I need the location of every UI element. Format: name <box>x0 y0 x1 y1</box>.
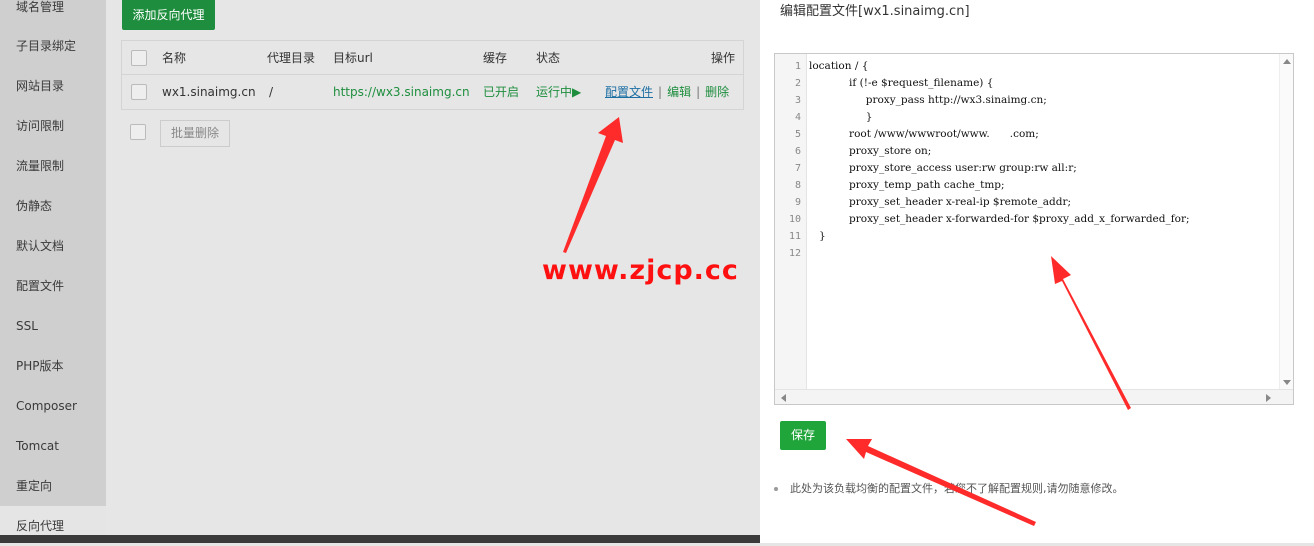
code-line: } <box>809 111 873 123</box>
sidebar-item-label: 访问限制 <box>16 119 65 133</box>
proxy-dir: / <box>269 85 274 99</box>
scroll-down-arrow-icon[interactable] <box>1283 380 1291 385</box>
col-header-name: 名称 <box>162 51 187 65</box>
sidebar-item-label: 默认文档 <box>16 239 65 253</box>
batch-delete-button[interactable]: 批量删除 <box>160 120 230 147</box>
delete-link[interactable]: 删除 <box>705 85 729 99</box>
bottom-bar <box>0 535 760 543</box>
sidebar-item-domain[interactable]: 域名管理 <box>0 0 106 26</box>
sidebar-item-site-dir[interactable]: 网站目录 <box>0 66 106 106</box>
table-row: wx1.sinaimg.cn / https://wx3.sinaimg.cn … <box>122 75 743 109</box>
row-actions: 配置文件 | 编辑 | 删除 <box>605 75 729 109</box>
line-number-gutter: 1 2 3 4 5 6 7 8 9 10 11 12 <box>775 54 807 389</box>
code-line: proxy_set_header x-real-ip $remote_addr; <box>809 196 1072 208</box>
add-reverse-proxy-button[interactable]: 添加反向代理 <box>122 0 215 30</box>
code-line: if (!-e $request_filename) { <box>809 77 994 89</box>
proxy-table: 名称 代理目录 目标url 缓存 状态 操作 wx1.sinaimg.cn / … <box>121 40 744 110</box>
code-line: proxy_pass http://wx3.sinaimg.cn; <box>809 94 1047 106</box>
run-status[interactable]: 运行中▶ <box>536 75 581 109</box>
sidebar-item-access-limit[interactable]: 访问限制 <box>0 106 106 146</box>
line-number: 7 <box>794 163 801 174</box>
sidebar-item-label: Composer <box>16 399 77 413</box>
modal-title: 编辑配置文件[wx1.sinaimg.cn] <box>780 4 970 19</box>
line-number: 5 <box>794 129 801 140</box>
sidebar-item-label: 反向代理 <box>16 519 65 533</box>
sidebar-item-label: 配置文件 <box>16 279 65 293</box>
sidebar-item-label: 重定向 <box>16 479 53 493</box>
scroll-up-arrow-icon[interactable] <box>1283 59 1291 64</box>
code-line: } <box>809 230 826 242</box>
config-tip: 此处为该负载均衡的配置文件，若您不了解配置规则,请勿随意修改。 <box>774 480 1124 496</box>
sidebar-item-traffic-limit[interactable]: 流量限制 <box>0 146 106 186</box>
sidebar-item-label: 伪静态 <box>16 199 53 213</box>
settings-sidebar: 域名管理 子目录绑定 网站目录 访问限制 流量限制 伪静态 默认文档 配置文件 … <box>0 0 106 546</box>
vertical-scrollbar[interactable] <box>1279 54 1293 390</box>
line-number: 10 <box>788 214 801 225</box>
edit-config-modal: 编辑配置文件[wx1.sinaimg.cn] 1 2 3 4 5 6 7 8 9… <box>760 0 1314 543</box>
code-line: proxy_temp_path cache_tmp; <box>809 179 1005 191</box>
sidebar-item-label: 网站目录 <box>16 79 65 93</box>
sidebar-item-rewrite[interactable]: 伪静态 <box>0 186 106 226</box>
select-all-checkbox[interactable] <box>131 50 147 66</box>
sidebar-item-default-doc[interactable]: 默认文档 <box>0 226 106 266</box>
scroll-right-arrow-icon[interactable] <box>1266 394 1271 402</box>
line-number: 11 <box>788 231 801 242</box>
edit-link[interactable]: 编辑 <box>667 85 691 99</box>
watermark: www.zjcp.cc <box>542 255 739 286</box>
line-number: 2 <box>794 78 801 89</box>
col-header-url: 目标url <box>333 51 373 65</box>
config-code-editor[interactable]: 1 2 3 4 5 6 7 8 9 10 11 12 location / { … <box>774 53 1294 405</box>
action-separator: | <box>696 85 701 99</box>
cache-status[interactable]: 已开启 <box>483 75 519 109</box>
code-line: proxy_set_header x-forwarded-for $proxy_… <box>809 213 1190 225</box>
col-header-dir: 代理目录 <box>267 51 316 65</box>
line-number: 3 <box>794 95 801 106</box>
col-header-status: 状态 <box>536 51 561 65</box>
code-line: proxy_store_access user:rw group:rw all:… <box>809 162 1077 174</box>
sidebar-item-tomcat[interactable]: Tomcat <box>0 426 106 466</box>
line-number: 8 <box>794 180 801 191</box>
batch-select-checkbox[interactable] <box>130 124 146 140</box>
sidebar-item-subdir-binding[interactable]: 子目录绑定 <box>0 26 106 66</box>
code-line: root /www/wwwroot/www. .com; <box>809 128 1039 140</box>
sidebar-item-php-version[interactable]: PHP版本 <box>0 346 106 386</box>
sidebar-item-redirect[interactable]: 重定向 <box>0 466 106 506</box>
save-button[interactable]: 保存 <box>780 421 826 450</box>
tip-text: 此处为该负载均衡的配置文件，若您不了解配置规则,请勿随意修改。 <box>790 482 1124 495</box>
sidebar-item-label: Tomcat <box>16 439 59 453</box>
sidebar-item-label: SSL <box>16 319 38 333</box>
action-separator: | <box>658 85 663 99</box>
horizontal-scrollbar[interactable] <box>775 389 1293 404</box>
line-number: 12 <box>788 248 801 259</box>
bullet-icon <box>774 487 778 491</box>
line-number: 4 <box>794 112 801 123</box>
sidebar-item-ssl[interactable]: SSL <box>0 306 106 346</box>
scroll-left-arrow-icon[interactable] <box>781 394 786 402</box>
sidebar-item-label: 域名管理 <box>16 0 65 14</box>
line-number: 6 <box>794 146 801 157</box>
code-line: location / { <box>809 60 869 72</box>
col-header-cache: 缓存 <box>483 51 508 65</box>
proxy-name: wx1.sinaimg.cn <box>162 85 256 99</box>
sidebar-item-label: 流量限制 <box>16 159 65 173</box>
line-number: 9 <box>794 197 801 208</box>
sidebar-item-composer[interactable]: Composer <box>0 386 106 426</box>
sidebar-item-config-file[interactable]: 配置文件 <box>0 266 106 306</box>
code-content[interactable]: location / { if (!-e $request_filename) … <box>809 58 1279 262</box>
sidebar-item-label: 子目录绑定 <box>16 39 77 53</box>
table-header: 名称 代理目录 目标url 缓存 状态 操作 <box>122 41 743 75</box>
sidebar-item-label: PHP版本 <box>16 359 64 373</box>
proxy-target-url: https://wx3.sinaimg.cn <box>333 85 470 99</box>
code-line: proxy_store on; <box>809 145 932 157</box>
row-checkbox[interactable] <box>131 84 147 100</box>
col-header-actions: 操作 <box>711 51 736 65</box>
line-number: 1 <box>794 61 801 72</box>
config-file-link[interactable]: 配置文件 <box>605 85 653 99</box>
